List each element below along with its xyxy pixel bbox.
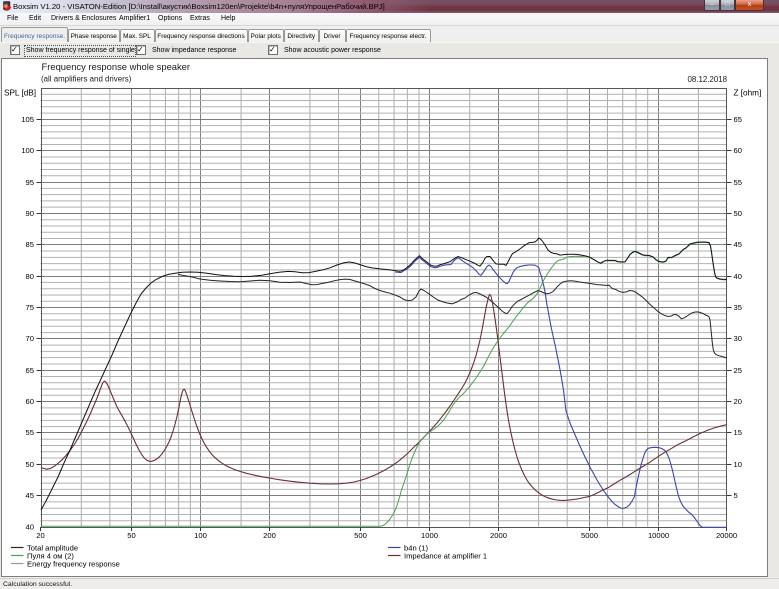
svg-text:1000: 1000 xyxy=(421,531,438,540)
svg-text:35: 35 xyxy=(734,303,742,312)
svg-text:60: 60 xyxy=(26,397,34,406)
svg-text:55: 55 xyxy=(734,178,742,187)
svg-text:Energy frequency response: Energy frequency response xyxy=(27,560,120,569)
svg-text:90: 90 xyxy=(26,209,34,218)
svg-text:30: 30 xyxy=(734,334,742,343)
svg-text:55: 55 xyxy=(26,428,34,437)
svg-text:50: 50 xyxy=(127,531,135,540)
svg-text:Z [ohm]: Z [ohm] xyxy=(734,89,762,98)
svg-text:45: 45 xyxy=(26,491,34,500)
svg-text:Impedance at amplifier 1: Impedance at amplifier 1 xyxy=(404,552,487,561)
svg-text:75: 75 xyxy=(26,303,34,312)
svg-text:40: 40 xyxy=(734,272,742,281)
svg-text:(all amplifiers and drivers): (all amplifiers and drivers) xyxy=(41,75,132,84)
svg-text:2000: 2000 xyxy=(490,531,507,540)
svg-text:80: 80 xyxy=(26,272,34,281)
svg-text:85: 85 xyxy=(26,240,34,249)
svg-text:65: 65 xyxy=(26,366,34,375)
svg-text:95: 95 xyxy=(26,178,34,187)
svg-text:25: 25 xyxy=(734,366,742,375)
svg-text:10: 10 xyxy=(734,460,742,469)
svg-text:500: 500 xyxy=(354,531,367,540)
svg-text:50: 50 xyxy=(734,209,742,218)
svg-text:65: 65 xyxy=(734,115,742,124)
svg-text:45: 45 xyxy=(734,240,742,249)
svg-text:08.12.2018: 08.12.2018 xyxy=(688,75,728,84)
svg-text:10000: 10000 xyxy=(648,531,669,540)
svg-text:Frequency response whole speak: Frequency response whole speaker xyxy=(42,61,191,72)
svg-text:100: 100 xyxy=(194,531,207,540)
svg-text:100: 100 xyxy=(21,146,34,155)
svg-text:50: 50 xyxy=(26,460,34,469)
svg-text:SPL [dB]: SPL [dB] xyxy=(4,89,36,98)
svg-text:5: 5 xyxy=(734,491,738,500)
svg-text:20: 20 xyxy=(734,397,742,406)
svg-text:20000: 20000 xyxy=(716,531,737,540)
svg-text:5000: 5000 xyxy=(581,531,598,540)
svg-text:70: 70 xyxy=(26,334,34,343)
svg-text:40: 40 xyxy=(26,523,34,532)
svg-text:15: 15 xyxy=(734,428,742,437)
svg-text:20: 20 xyxy=(36,531,44,540)
svg-text:105: 105 xyxy=(21,115,34,124)
svg-text:200: 200 xyxy=(263,531,276,540)
svg-text:60: 60 xyxy=(734,146,742,155)
